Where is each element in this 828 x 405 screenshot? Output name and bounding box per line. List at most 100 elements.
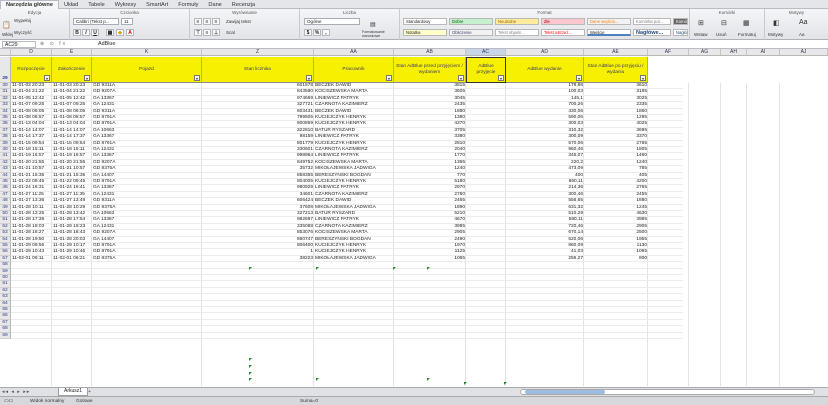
thousands-icon[interactable]: , [322, 29, 330, 36]
align-top-icon[interactable]: ⊤ [194, 29, 202, 36]
delete-button[interactable]: Usuń [716, 32, 727, 37]
style-heading-2[interactable]: Nagłówek 2 [673, 29, 688, 36]
formula-input[interactable]: AdBlue [98, 40, 115, 49]
wrap-text-button[interactable]: Zawijaj tekst [226, 19, 251, 24]
align-right-icon[interactable]: ≡ [212, 18, 220, 25]
column-header-ah[interactable]: AH [721, 49, 747, 56]
delete-cells-icon[interactable]: ⊟ [721, 19, 727, 27]
number-format-select[interactable]: Ogólne [304, 18, 360, 25]
style-normal[interactable]: Standardowy [403, 18, 447, 25]
underline-button[interactable]: U [91, 29, 99, 36]
merge-button[interactable]: Scal [226, 30, 235, 35]
column-header-z[interactable]: Z [202, 49, 314, 56]
header-employee[interactable]: Pracownik ▾ [314, 57, 394, 83]
view-normal-icon[interactable]: ▭▭ [4, 397, 13, 405]
header-date-start[interactable]: Rozpoczęcie ▾ [11, 57, 52, 83]
currency-icon[interactable]: $ [304, 29, 312, 36]
style-bad[interactable]: Złe [541, 18, 585, 25]
align-left-icon[interactable]: ≡ [194, 18, 202, 25]
column-header-af[interactable]: AF [648, 49, 689, 56]
style-explanatory[interactable]: Komórka poł... [633, 18, 671, 25]
column-header-ad[interactable]: AD [506, 49, 584, 56]
font-name-select[interactable]: Calibri (Tekst p... [73, 18, 119, 25]
fill-button[interactable]: Wypełnij [14, 18, 31, 23]
font-color-icon[interactable]: A [126, 29, 134, 36]
status-sum[interactable]: Suma=0 [300, 397, 318, 405]
header-odometer[interactable]: Stan licznika ▾ [202, 57, 314, 83]
column-header-ai[interactable]: AI [747, 49, 780, 56]
column-header-d[interactable]: D [11, 49, 52, 56]
bold-button[interactable]: B [73, 29, 81, 36]
header-adblue-in[interactable]: AdBlue przyjęcie ▾ [466, 57, 506, 83]
themes-button[interactable]: Motywy [768, 32, 783, 37]
name-box[interactable]: AC29 [2, 41, 36, 48]
header-label: Stan licznika [244, 66, 271, 72]
percent-icon[interactable]: % [313, 29, 321, 36]
paste-button[interactable]: Wklej [2, 32, 13, 37]
style-neutral[interactable]: Neutralne [495, 18, 539, 25]
column-header-ab[interactable]: AB [394, 49, 466, 56]
paste-icon[interactable]: 📋 [2, 21, 11, 29]
filter-dropdown-icon[interactable]: ▾ [44, 75, 50, 81]
column-header-ag[interactable]: AG [689, 49, 721, 56]
filter-dropdown-icon[interactable]: ▾ [84, 75, 90, 81]
column-header-e[interactable]: E [52, 49, 92, 56]
theme-fonts-button[interactable]: Aa [799, 32, 805, 37]
column-header-aj[interactable]: AJ [780, 49, 828, 56]
format-button[interactable]: Formatuj [738, 32, 756, 37]
filter-dropdown-icon[interactable]: ▾ [576, 75, 582, 81]
italic-button[interactable]: I [82, 29, 90, 36]
conditional-format-icon[interactable]: ▤ [370, 21, 376, 28]
insert-button[interactable]: Wstaw [694, 32, 708, 37]
header-adblue-out[interactable]: AdBlue wydanie ▾ [506, 57, 584, 83]
style-good[interactable]: Dobre [449, 18, 493, 25]
style-check-cell[interactable]: Komórka zaz... [673, 18, 688, 25]
style-output[interactable]: Dane wejścio... [587, 18, 631, 25]
format-cells-icon[interactable]: ▦ [743, 19, 750, 27]
align-bottom-icon[interactable]: ⊥ [212, 29, 220, 36]
cancel-icon[interactable]: ⊗ [40, 41, 46, 47]
group-themes: Motywy ◧ Aa Motywy Aa [765, 9, 828, 40]
header-vehicle[interactable]: Pojazd ▾ [92, 57, 202, 83]
scroll-thumb[interactable] [525, 390, 605, 394]
select-all-corner[interactable] [0, 49, 11, 56]
horizontal-scrollbar[interactable] [520, 389, 815, 395]
row-header[interactable]: 29 [0, 57, 11, 83]
sheet-tab-arkusz1[interactable]: Arkusz1 [58, 388, 89, 396]
column-header-aa[interactable]: AA [314, 49, 394, 56]
header-date-end[interactable]: Zakończenie ▾ [52, 57, 92, 83]
filter-dropdown-icon[interactable]: ▾ [498, 75, 504, 81]
confirm-icon[interactable]: ⊙ [50, 41, 56, 47]
tab-home[interactable]: Narzędzia główne [0, 0, 59, 9]
header-adblue-after[interactable]: Stan AdBlue po przyjęciu / wydaniu ▾ [584, 57, 648, 83]
filter-dropdown-icon[interactable]: ▾ [194, 75, 200, 81]
font-size-select[interactable]: 11 [121, 18, 133, 25]
filter-dropdown-icon[interactable]: ▾ [306, 75, 312, 81]
style-heading-1[interactable]: Nagłówe... [633, 29, 671, 36]
borders-icon[interactable]: ▦ [106, 29, 114, 36]
style-calculation[interactable]: Obliczenie [449, 29, 493, 36]
themes-icon[interactable]: ◧ [773, 19, 780, 27]
row-header[interactable]: 69 [0, 332, 11, 339]
filter-dropdown-icon[interactable]: ▾ [386, 75, 392, 81]
column-header-ae[interactable]: AE [584, 49, 648, 56]
style-input[interactable]: Wejście [587, 29, 631, 36]
align-middle-icon[interactable]: ≡ [203, 29, 211, 36]
conditional-format-button[interactable]: Formatowanie warunkowe [362, 30, 398, 38]
filter-dropdown-icon[interactable]: ▾ [458, 75, 464, 81]
empty-row[interactable] [11, 333, 683, 339]
theme-fonts-icon[interactable]: Aa [799, 19, 808, 26]
column-header-k[interactable]: K [92, 49, 202, 56]
style-note[interactable]: Notatka [403, 29, 447, 36]
style-warning[interactable]: Tekst ostrzeż... [541, 29, 585, 36]
column-header-ac[interactable]: AC [466, 49, 506, 56]
align-center-icon[interactable]: ≡ [203, 18, 211, 25]
filter-dropdown-icon[interactable]: ▾ [640, 75, 646, 81]
insert-cells-icon[interactable]: ⊞ [698, 19, 704, 27]
function-icon[interactable]: fx [59, 41, 67, 47]
gridline [779, 83, 780, 386]
clear-button[interactable]: Wyczyść [14, 30, 32, 35]
style-linked-cell[interactable]: Tekst objaśn... [495, 29, 539, 36]
header-adblue-before[interactable]: Stan AdBlue przed przyjęciem / wydaniem ▾ [394, 57, 466, 83]
fill-color-icon[interactable]: ◆ [116, 29, 124, 36]
